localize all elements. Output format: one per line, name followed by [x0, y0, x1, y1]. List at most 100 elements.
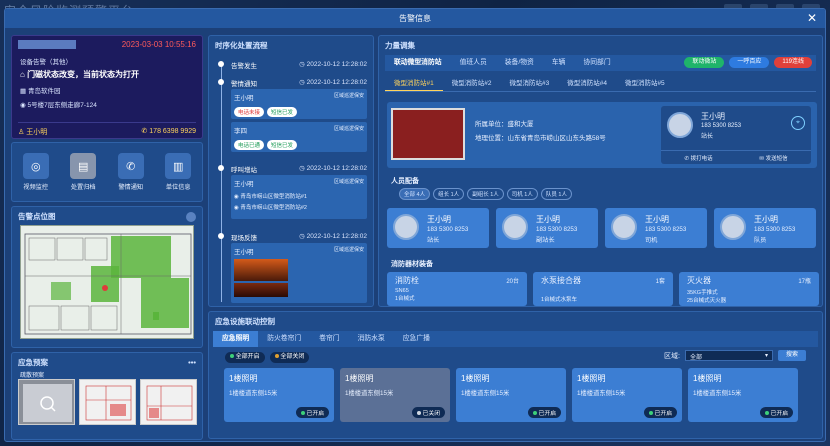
- filter-member[interactable]: 队员 1人: [540, 188, 572, 200]
- plan-thumbnail[interactable]: [18, 379, 75, 425]
- station-call-entry: 王小明 区域巡逻保安 ◉ 青岛市崂山区微型消防站#1 ◉ 青岛市崂山区微型消防站#…: [231, 175, 367, 219]
- modal-header: 告警信息 ✕: [5, 9, 825, 28]
- status-badge[interactable]: 已关闭: [411, 407, 445, 418]
- feedback-photo[interactable]: [234, 283, 288, 297]
- plans-title: 应急预案: [18, 358, 48, 367]
- avatar: [502, 214, 528, 240]
- facility-tabs: 应急照明 防火卷帘门 卷帘门 消防水泵 应急广播: [213, 331, 818, 347]
- subtab-station-4[interactable]: 微型消防站#4: [558, 75, 616, 91]
- broadcast-call-button[interactable]: 一呼百应: [729, 57, 770, 68]
- device-card[interactable]: 1楼照明 1楼楼道东侧15米 已关闭: [340, 368, 450, 422]
- person-card[interactable]: 王小明 183 5300 8253 副站长: [496, 208, 598, 248]
- unit-info-button[interactable]: ▥ 单位信息: [165, 153, 192, 191]
- tab-shutter[interactable]: 卷帘门: [310, 331, 348, 347]
- status-badge[interactable]: 已开启: [759, 407, 793, 418]
- phone-icon: ✆: [117, 153, 144, 179]
- chip-missed: 电话未接: [234, 107, 265, 117]
- station-address: 地理位置：山东省青岛市崂山区山东头路58号: [475, 135, 606, 142]
- link-station-button[interactable]: 联动微站: [684, 57, 725, 68]
- device-card[interactable]: 1楼照明 1楼楼道东侧15米 已开启: [572, 368, 682, 422]
- archive-button[interactable]: ▤ 处置归档: [70, 153, 97, 191]
- timeline-line: [221, 62, 222, 302]
- fullscreen-icon[interactable]: [186, 211, 196, 222]
- facility-title: 应急设施联动控制: [215, 317, 275, 326]
- sms-button[interactable]: ✉ 发送短信: [759, 154, 787, 162]
- filter-all[interactable]: 全部 4人: [399, 188, 431, 200]
- step-time: ◷ 2022-10-12 12:28:02: [299, 61, 367, 68]
- tab-emergency-light[interactable]: 应急照明: [213, 331, 259, 347]
- feedback-photo[interactable]: [234, 259, 288, 281]
- chip-connected: 电话已通: [234, 140, 265, 150]
- chip-sms: 短信已发: [267, 140, 298, 150]
- tab-duty-staff[interactable]: 值班人员: [451, 55, 496, 71]
- avatar: [393, 214, 419, 240]
- station-photo[interactable]: [391, 108, 465, 160]
- status-badge[interactable]: 已开启: [527, 407, 561, 418]
- more-icon[interactable]: •••: [188, 358, 196, 367]
- device-card[interactable]: 1楼照明 1楼楼道东侧15米 已开启: [224, 368, 334, 422]
- chip-sms: 短信已发: [267, 107, 298, 117]
- plan-thumbnail[interactable]: [140, 379, 197, 425]
- force-dispatch-panel: 力量调集 联动微型消防站 值班人员 装备/物资 车辆 协同部门 联动微站 一呼百…: [378, 35, 823, 307]
- alarm-time: 2023-03-03 10:55:16: [121, 40, 196, 49]
- notify-button[interactable]: ✆ 警情通知: [117, 153, 144, 191]
- device-card[interactable]: 1楼照明 1楼楼道东侧15米 已开启: [688, 368, 798, 422]
- all-on-button[interactable]: 全部开启: [225, 352, 265, 363]
- subtab-station-2[interactable]: 微型消防站#2: [443, 75, 501, 91]
- subtab-station-5[interactable]: 微型消防站#5: [616, 75, 674, 91]
- equipment-card[interactable]: 灭火器 17瓶 35KG手推式 25台械式灭火器: [679, 272, 819, 306]
- filter-leader[interactable]: 组长 1人: [433, 188, 465, 200]
- tab-fire-pump[interactable]: 消防水泵: [349, 331, 394, 347]
- call-button[interactable]: ✆ 拨打电话: [684, 154, 712, 162]
- filter-driver[interactable]: 司机 1人: [506, 188, 538, 200]
- locate-icon[interactable]: ⌖: [791, 116, 805, 130]
- subtab-station-3[interactable]: 微型消防站#3: [500, 75, 558, 91]
- tab-emergency-broadcast[interactable]: 应急广播: [394, 331, 439, 347]
- device-card[interactable]: 1楼照明 1楼楼道东侧15米 已开启: [456, 368, 566, 422]
- plans-subtitle: 疏散预案: [20, 373, 45, 379]
- notify-entry: 王小明 区域巡逻保安 电话未接 短信已发: [231, 89, 367, 119]
- equipment-card[interactable]: 水泵接合器 1套 1台械式水泵车: [533, 272, 673, 306]
- search-button[interactable]: 搜索: [777, 350, 806, 361]
- plan-thumbnails: [18, 379, 197, 425]
- tab-equipment[interactable]: 装备/物资: [496, 55, 543, 71]
- device-list: 1楼照明 1楼楼道东侧15米 已开启 1楼照明 1楼楼道东侧15米 已关闭 1楼照明 1楼…: [224, 368, 798, 422]
- modal-title: 告警信息: [399, 14, 431, 23]
- step-time: ◷ 2022-10-12 12:28:02: [299, 233, 367, 240]
- video-monitor-button[interactable]: ◎ 视频监控: [22, 153, 49, 191]
- leader-phone: 183 5300 8253: [701, 123, 742, 129]
- call-119-button[interactable]: 119连线: [774, 57, 812, 68]
- status-badge[interactable]: 已开启: [643, 407, 677, 418]
- area-label: 区域:: [664, 352, 680, 360]
- force-tabs: 联动微型消防站 值班人员 装备/物资 车辆 协同部门 联动微站 一呼百应 119…: [385, 55, 816, 71]
- archive-icon: ▤: [70, 153, 97, 179]
- all-off-button[interactable]: 全部关闭: [269, 352, 310, 363]
- contact-user: ♙ 王小明: [18, 129, 48, 136]
- shortcut-bar: ◎ 视频监控 ▤ 处置归档 ✆ 警情通知 ▥ 单位信息: [11, 142, 203, 202]
- tab-vehicles[interactable]: 车辆: [543, 55, 575, 71]
- floor-plan-map[interactable]: [20, 225, 194, 339]
- people-title: 人员配备: [391, 178, 419, 185]
- area-select[interactable]: 全部 ▾: [684, 350, 773, 361]
- step-time: ◷ 2022-10-12 12:28:02: [299, 165, 367, 172]
- tab-fire-shutter[interactable]: 防火卷帘门: [258, 331, 310, 347]
- step-time: ◷ 2022-10-12 12:28:02: [299, 79, 367, 86]
- tab-departments[interactable]: 协同部门: [574, 55, 619, 71]
- filter-deputy[interactable]: 副组长 1人: [467, 188, 504, 200]
- plan-thumbnail[interactable]: [79, 379, 136, 425]
- person-card[interactable]: 王小明 183 5300 8253 站长: [387, 208, 489, 248]
- device-contact: ♙ 王小明 ✆ 178 6398 9929: [18, 122, 196, 137]
- avatar: [611, 214, 637, 240]
- equipment-card[interactable]: 消防栓 20台 SN65 1台械式: [387, 272, 527, 306]
- emergency-plan-panel: 应急预案 ••• 疏散预案: [11, 352, 203, 440]
- person-card[interactable]: 王小明 183 5300 8253 队员: [714, 208, 816, 248]
- subtab-station-1[interactable]: 微型消防站#1: [385, 75, 443, 91]
- people-filters: 全部 4人 组长 1人 副组长 1人 司机 1人 队员 1人: [399, 188, 572, 200]
- tab-micro-station[interactable]: 联动微型消防站: [385, 55, 451, 71]
- status-badge[interactable]: 已开启: [295, 407, 329, 418]
- contact-phone[interactable]: ✆ 178 6398 9929: [141, 127, 196, 137]
- avatar: [667, 112, 693, 138]
- close-icon[interactable]: ✕: [807, 11, 817, 25]
- person-card[interactable]: 王小明 183 5300 8253 司机: [605, 208, 707, 248]
- notify-entry: 李四 区域巡逻保安 电话已通 短信已发: [231, 122, 367, 152]
